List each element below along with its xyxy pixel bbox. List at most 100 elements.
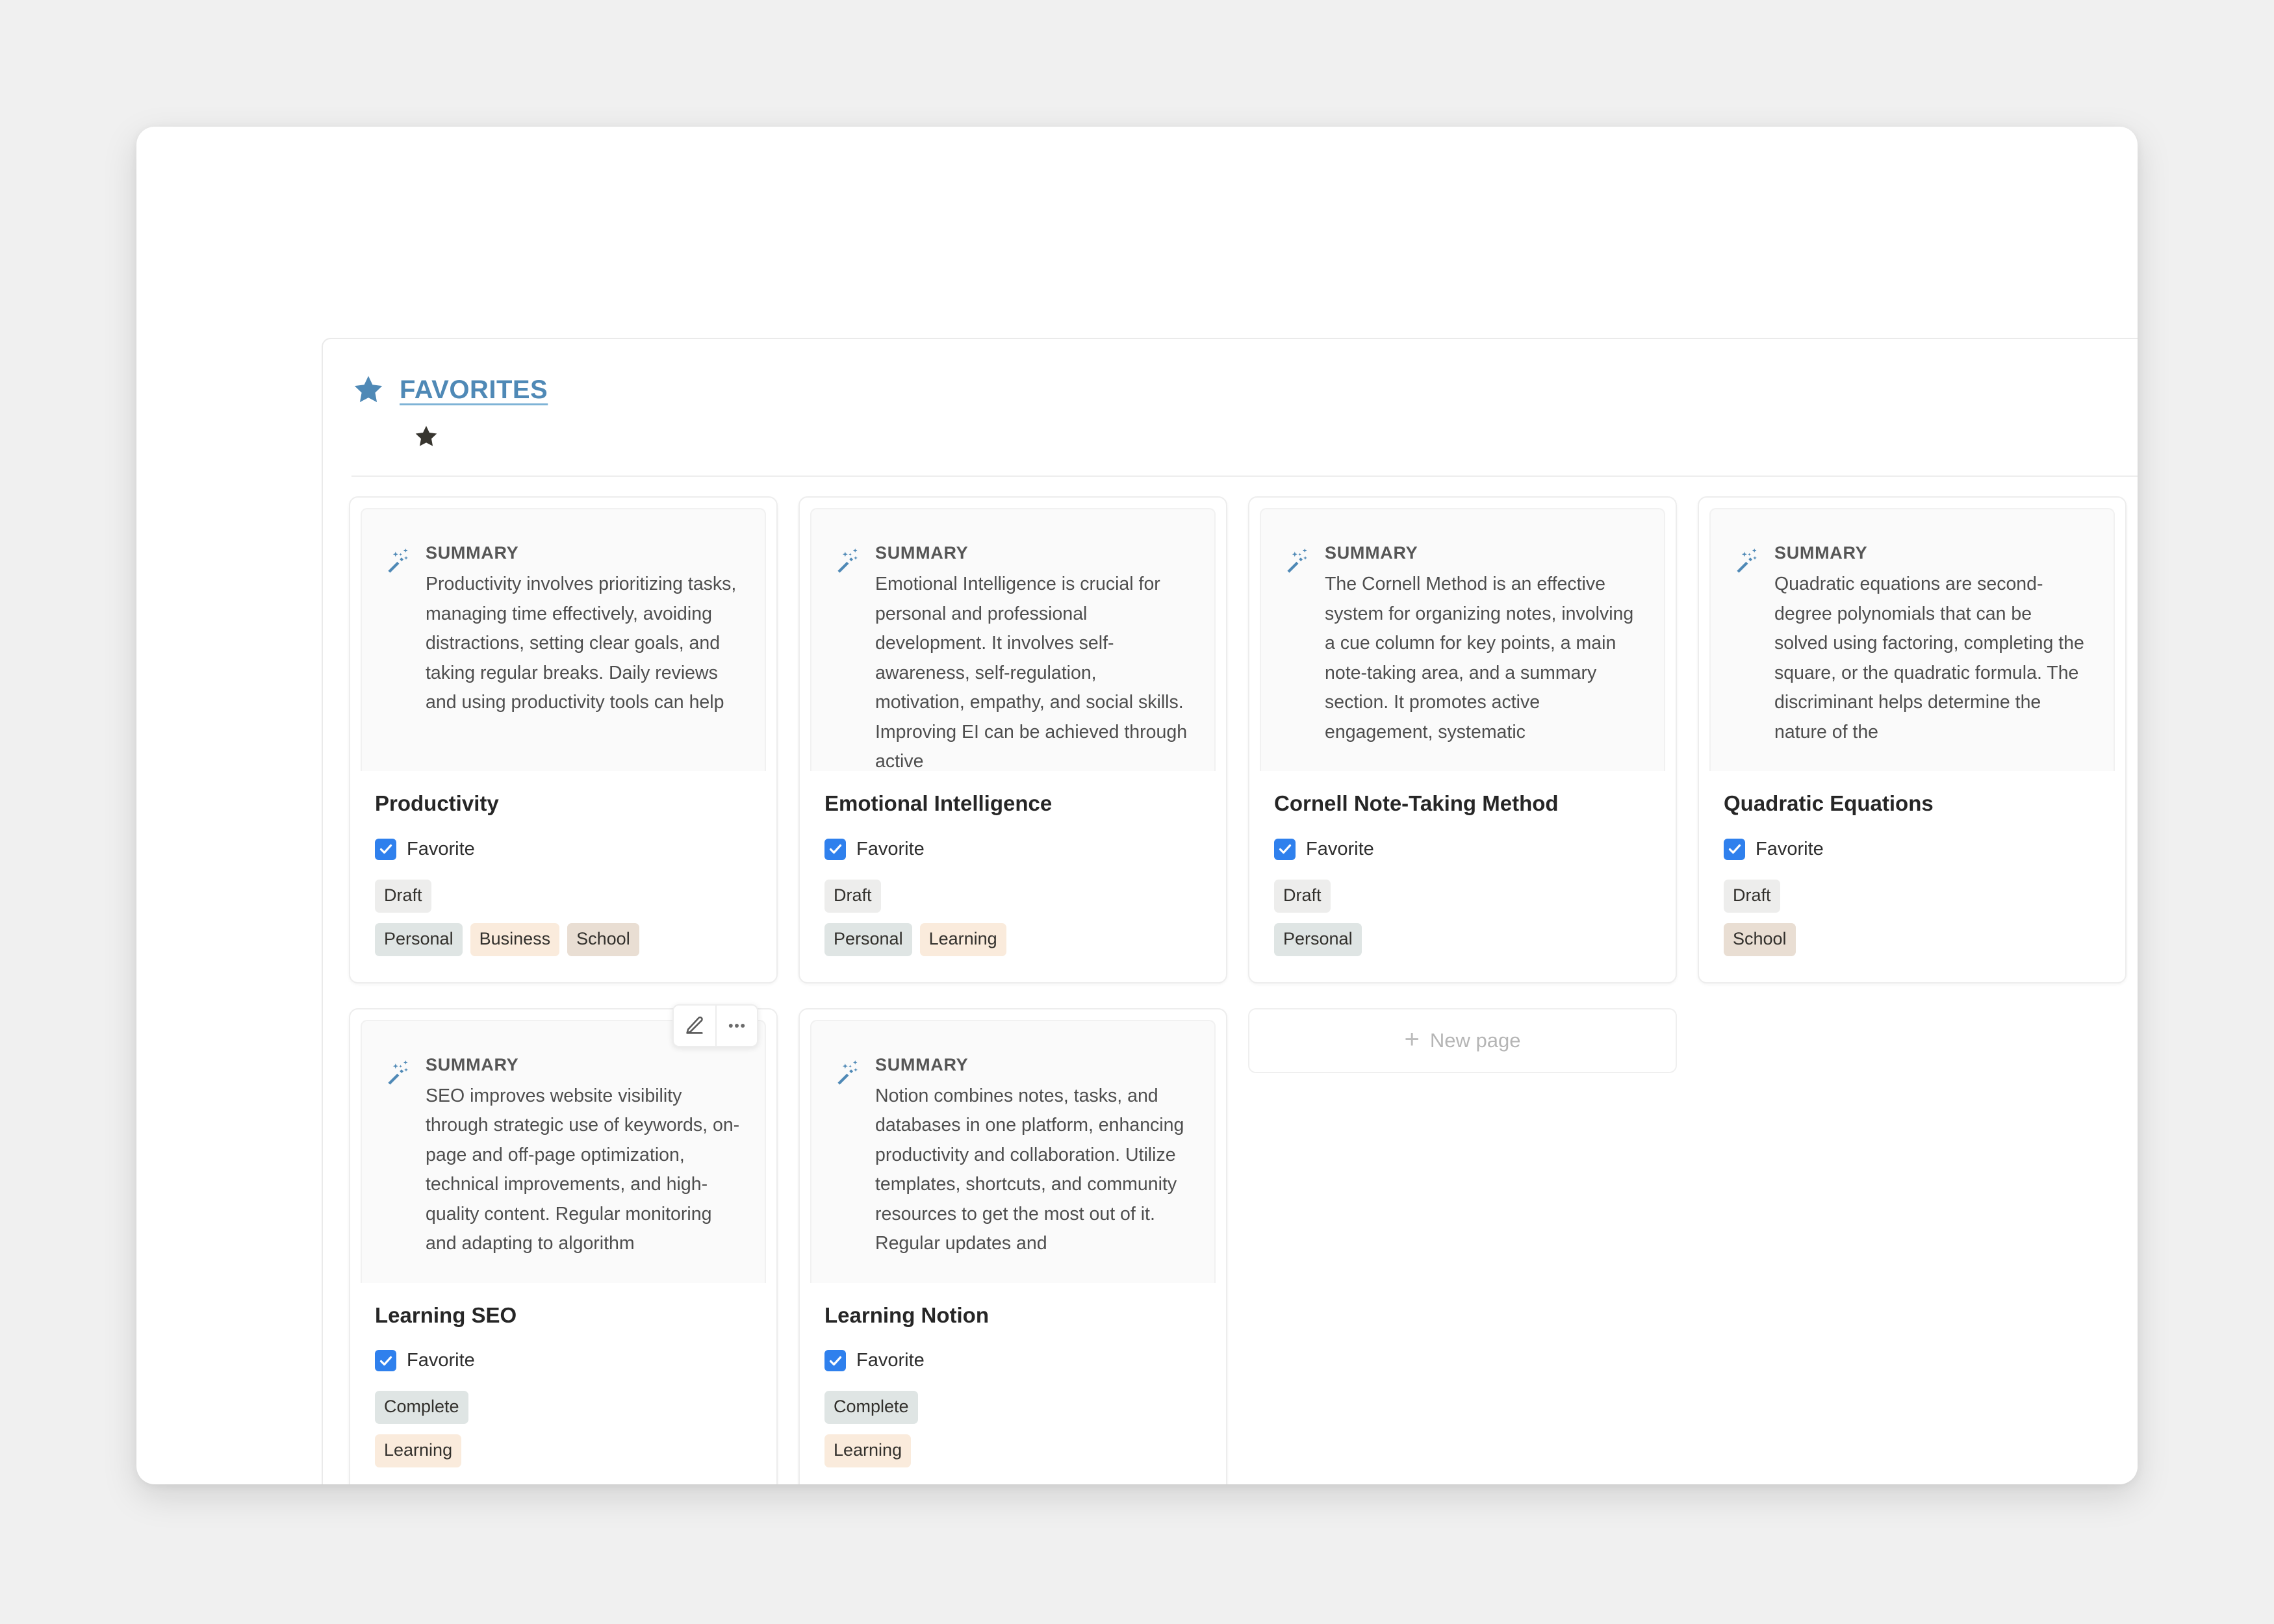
gallery-card[interactable]: SUMMARY Productivity involves prioritizi… (349, 496, 778, 983)
star-icon (354, 375, 383, 403)
magic-wand-icon (1737, 548, 1757, 573)
status-tag-row: Draft (1724, 879, 2101, 913)
card-hover-toolbar[interactable] (672, 1004, 758, 1047)
summary-label: SUMMARY (875, 1054, 969, 1074)
status-badge: Draft (824, 879, 881, 913)
summary-block: SUMMARY Notion combines notes, tasks, an… (834, 1055, 1191, 1259)
card-title: Productivity (375, 791, 499, 815)
card-title: Learning Notion (824, 1302, 989, 1327)
category-tag-row: Personal Learning (824, 922, 1201, 956)
category-tag-row: Personal Business School (375, 922, 752, 956)
summary-block: SUMMARY Quadratic equations are second-d… (1733, 543, 2090, 747)
summary-body: Quadratic equations are second-degree po… (1774, 574, 2084, 742)
category-tag: Business (470, 922, 560, 956)
card-body: Quadratic Equations Favorite Draft Schoo… (1709, 771, 2115, 982)
category-tag: Learning (375, 1434, 462, 1468)
favorite-checkbox[interactable] (1274, 838, 1296, 860)
gallery-card[interactable]: SUMMARY Notion combines notes, tasks, an… (798, 1008, 1227, 1484)
summary-text: SUMMARY Notion combines notes, tasks, an… (875, 1055, 1191, 1259)
plus-icon: + (1404, 1024, 1420, 1054)
favorite-label: Favorite (1756, 838, 1824, 859)
magic-wand-icon (837, 548, 858, 573)
gallery-card[interactable]: SUMMARY The Cornell Method is an effecti… (1248, 496, 1677, 983)
card-body: Emotional Intelligence Favorite Draft Pe… (810, 771, 1216, 982)
favorite-label: Favorite (856, 1350, 925, 1371)
favorite-property[interactable]: Favorite (1724, 838, 2101, 860)
more-options-icon[interactable] (715, 1005, 757, 1046)
card-summary-preview: SUMMARY Quadratic equations are second-d… (1709, 508, 2115, 771)
card-title: Cornell Note-Taking Method (1274, 791, 1559, 815)
app-window: FAVORITES SUMMARY Productivity involves … (136, 127, 2138, 1484)
card-summary-preview: SUMMARY Emotional Intelligence is crucia… (810, 508, 1216, 771)
card-body: Learning SEO Favorite Complete Learning (361, 1282, 766, 1484)
favorite-property[interactable]: Favorite (375, 838, 752, 860)
database-gallery-view: FAVORITES SUMMARY Productivity involves … (322, 338, 2138, 1484)
card-summary-preview: SUMMARY SEO improves website visibility … (361, 1019, 766, 1283)
favorite-checkbox[interactable] (824, 838, 846, 860)
favorite-label: Favorite (856, 838, 925, 859)
category-tag: Personal (1274, 922, 1362, 956)
gallery-card[interactable]: SUMMARY Emotional Intelligence is crucia… (798, 496, 1227, 983)
summary-body: Productivity involves prioritizing tasks… (426, 574, 737, 713)
status-tag-row: Draft (375, 879, 752, 913)
gallery-card[interactable]: SUMMARY Quadratic equations are second-d… (1698, 496, 2127, 983)
category-tag-row: Learning (375, 1434, 752, 1468)
status-tag-row: Complete (824, 1391, 1201, 1425)
status-tag-row: Draft (1274, 879, 1651, 913)
card-summary-preview: SUMMARY Productivity involves prioritizi… (361, 508, 766, 771)
status-badge: Draft (1724, 879, 1780, 913)
category-tag-row: School (1724, 922, 2101, 956)
status-badge: Draft (1274, 879, 1331, 913)
card-summary-preview: SUMMARY Notion combines notes, tasks, an… (810, 1019, 1216, 1283)
favorite-checkbox[interactable] (375, 838, 396, 860)
gallery-grid: SUMMARY Productivity involves prioritizi… (323, 477, 2138, 1484)
magic-wand-icon (388, 1059, 408, 1085)
star-icon (415, 425, 437, 446)
summary-label: SUMMARY (426, 543, 519, 563)
favorite-checkbox[interactable] (375, 1350, 396, 1372)
favorite-checkbox[interactable] (824, 1350, 846, 1372)
favorite-property[interactable]: Favorite (375, 1350, 752, 1372)
category-tag-row: Personal (1274, 922, 1651, 956)
card-title: Quadratic Equations (1724, 791, 1934, 815)
status-badge: Draft (375, 879, 431, 913)
card-title: Emotional Intelligence (824, 791, 1053, 815)
magic-wand-icon (837, 1059, 858, 1085)
category-tag: Learning (919, 922, 1006, 956)
category-tag: Personal (375, 922, 463, 956)
summary-body: SEO improves website visibility through … (426, 1085, 740, 1254)
status-tag-row: Draft (824, 879, 1201, 913)
summary-block: SUMMARY Productivity involves prioritizi… (384, 543, 741, 718)
favorite-checkbox[interactable] (1724, 838, 1745, 860)
view-header: FAVORITES (323, 339, 2138, 450)
magic-wand-icon (1287, 548, 1307, 573)
favorite-property[interactable]: Favorite (824, 1350, 1201, 1372)
summary-block: SUMMARY SEO improves website visibility … (384, 1055, 741, 1259)
summary-body: Notion combines notes, tasks, and databa… (875, 1085, 1184, 1254)
pencil-icon[interactable] (674, 1005, 715, 1046)
favorite-property[interactable]: Favorite (824, 838, 1201, 860)
status-badge: Complete (375, 1391, 468, 1425)
summary-label: SUMMARY (426, 1054, 519, 1074)
category-tag: Learning (824, 1434, 912, 1468)
card-title: Learning SEO (375, 1302, 517, 1327)
favorite-label: Favorite (1306, 838, 1374, 859)
card-body: Learning Notion Favorite Complete Learni… (810, 1282, 1216, 1484)
summary-body: Emotional Intelligence is crucial for pe… (875, 574, 1188, 771)
favorite-property[interactable]: Favorite (1274, 838, 1651, 860)
new-page-label: New page (1429, 1028, 1521, 1052)
magic-wand-icon (388, 548, 408, 573)
summary-text: SUMMARY Emotional Intelligence is crucia… (875, 543, 1191, 771)
page-title[interactable]: FAVORITES (400, 375, 548, 405)
summary-text: SUMMARY SEO improves website visibility … (426, 1055, 741, 1259)
status-tag-row: Complete (375, 1391, 752, 1425)
category-tag: School (1724, 922, 1796, 956)
summary-text: SUMMARY Quadratic equations are second-d… (1774, 543, 2090, 747)
new-page-button[interactable]: + New page (1248, 1008, 1677, 1073)
card-summary-preview: SUMMARY The Cornell Method is an effecti… (1260, 508, 1665, 771)
gallery-card[interactable]: SUMMARY SEO improves website visibility … (349, 1004, 778, 1484)
favorites-row-cell[interactable] (413, 424, 2138, 450)
card-body: Cornell Note-Taking Method Favorite Draf… (1260, 771, 1665, 982)
summary-block: SUMMARY Emotional Intelligence is crucia… (834, 543, 1191, 771)
summary-label: SUMMARY (875, 543, 969, 563)
